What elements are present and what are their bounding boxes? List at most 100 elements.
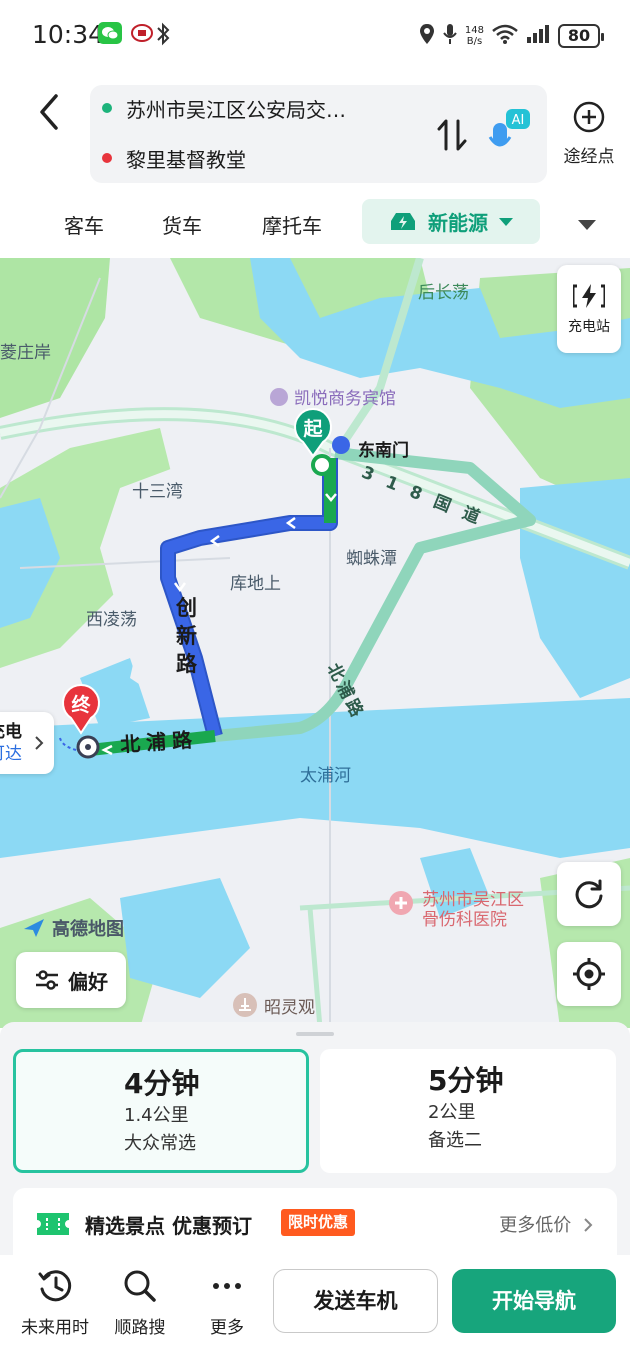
amap-logo: 高德地图 (22, 915, 124, 941)
clock-history-icon (38, 1270, 72, 1302)
poi-zhaolingguan[interactable]: 昭灵观 (232, 992, 315, 1018)
origin-field[interactable]: 苏州市吴江区公安局交… (102, 93, 346, 123)
charging-reach-card[interactable]: 充电 可达 (0, 712, 54, 774)
battery-icon: 80 (558, 24, 604, 48)
start-navigation-button[interactable]: 开始导航 (452, 1269, 616, 1333)
tab-bus[interactable]: 客车 (64, 208, 104, 244)
future-time-label: 未来用时 (21, 1318, 89, 1338)
charging-station-label: 充电站 (568, 319, 610, 335)
route-1-duration: 4分钟 (124, 1067, 200, 1100)
back-arrow-icon (40, 94, 58, 130)
location-icon (419, 23, 435, 49)
map-label-kudishang: 库地上 (230, 574, 281, 594)
charging-reach-line2: 可达 (0, 744, 22, 764)
amap-logo-icon (24, 919, 44, 937)
map-label-dongnanmen: 东南门 (358, 441, 409, 461)
more-dots-icon (213, 1283, 241, 1289)
end-marker-text: 终 (71, 694, 91, 716)
hospital-label-line2: 骨伤科医院 (422, 910, 507, 930)
send-to-car-button[interactable]: 发送车机 (273, 1269, 438, 1333)
charging-station-button[interactable]: 充电站 (557, 265, 621, 353)
map-label-taipuhe: 太浦河 (300, 766, 351, 786)
promo-more-link[interactable]: 更多低价 (499, 1211, 593, 1237)
route-options-sheet: 4分钟 1.4公里 大众常选 5分钟 2公里 备选二 精选景点 优惠预订 限时优… (0, 1022, 630, 1262)
charging-reach-line1: 充电 (0, 722, 22, 742)
map-label-zhizhutan: 蜘蛛潭 (346, 549, 397, 569)
status-time: 10:34 (32, 20, 105, 49)
charging-bolt-icon (573, 284, 605, 308)
map-label-lingzhuangan: 菱庄岸 (0, 343, 51, 363)
destination-text: 黎里基督教堂 (126, 147, 246, 172)
back-button[interactable] (30, 90, 70, 134)
tab-new-energy-label: 新能源 (428, 211, 488, 235)
preference-label: 偏好 (68, 969, 108, 994)
map-view[interactable]: 起 终 后长荡 菱庄岸 凯悦商务宾馆 东南门 318国道 十三湾 蜘蛛潭 库地上… (0, 258, 630, 1028)
search-icon (124, 1270, 156, 1302)
along-search-label: 顺路搜 (114, 1318, 166, 1338)
route-1-tag: 大众常选 (124, 1133, 196, 1154)
map-label-beipu-road: 北浦路 (119, 727, 199, 757)
net-speed: 148 B/s (464, 25, 484, 47)
route-input-box: 苏州市吴江区公安局交… 黎里基督教堂 AI (90, 85, 547, 183)
future-time-button[interactable]: 未来用时 (15, 1269, 95, 1338)
sheet-drag-handle[interactable] (296, 1032, 334, 1036)
tab-motorcycle[interactable]: 摩托车 (262, 208, 322, 244)
add-circle-icon (573, 101, 605, 133)
hospital-icon (389, 891, 413, 915)
destination-dot-icon (102, 153, 112, 163)
waypoint-button[interactable]: 途经点 (556, 100, 622, 170)
swap-button[interactable] (435, 115, 469, 155)
hotel-icon (270, 387, 288, 406)
promo-banner[interactable]: 精选景点 优惠预订 限时优惠 更多低价 (13, 1188, 617, 1262)
map-label-houchangdang: 后长荡 (418, 283, 469, 303)
more-label: 更多 (210, 1318, 244, 1338)
app-icon (130, 22, 154, 48)
route-1-distance: 1.4公里 (124, 1105, 189, 1126)
map-label-xilingdang: 西凌荡 (86, 610, 137, 630)
promo-tag: 限时优惠 (281, 1209, 356, 1236)
swap-arrows-icon (437, 119, 467, 151)
bluetooth-icon (156, 22, 170, 50)
waypoint-label: 途经点 (563, 147, 615, 167)
bus-stop-icon (332, 436, 350, 454)
more-button[interactable]: 更多 (187, 1269, 267, 1338)
ai-voice-button[interactable]: AI (488, 107, 532, 157)
locate-button[interactable] (557, 942, 621, 1006)
ai-mic-icon: AI (488, 109, 530, 147)
tab-truck[interactable]: 货车 (162, 208, 202, 244)
wifi-icon (492, 24, 518, 48)
route-2-duration: 5分钟 (428, 1064, 504, 1097)
temple-icon (233, 993, 257, 1017)
poi-kaiyue-hotel[interactable]: 凯悦商务宾馆 (270, 384, 396, 409)
map-label-chuangxin-road: 创新路 (176, 596, 197, 676)
start-marker: 起 (292, 408, 334, 458)
chevron-down-icon (499, 217, 513, 226)
bottom-action-bar: 未来用时 顺路搜 更多 发送车机 开始导航 (0, 1255, 630, 1360)
preference-button[interactable]: 偏好 (16, 952, 126, 1008)
dropdown-triangle-icon (578, 220, 596, 230)
map-canvas (0, 258, 630, 1028)
ev-car-icon (391, 212, 415, 230)
more-tabs-button[interactable] (575, 212, 599, 236)
route-2-tag: 备选二 (428, 1130, 482, 1151)
chevron-right-icon (35, 736, 44, 750)
svg-text:AI: AI (512, 113, 525, 128)
origin-text: 苏州市吴江区公安局交… (126, 97, 346, 122)
chevron-right-icon (584, 1218, 593, 1232)
promo-title: 精选景点 优惠预订 (85, 1214, 252, 1238)
map-label-shisanwan: 十三湾 (132, 482, 183, 502)
route-2-distance: 2公里 (428, 1102, 476, 1123)
signal-icon (526, 24, 550, 48)
route-option-1[interactable]: 4分钟 1.4公里 大众常选 (13, 1049, 309, 1173)
destination-field[interactable]: 黎里基督教堂 (102, 143, 246, 173)
tab-new-energy[interactable]: 新能源 (362, 199, 540, 244)
refresh-button[interactable] (557, 862, 621, 926)
refresh-icon (575, 879, 603, 909)
poi-hospital[interactable]: 苏州市吴江区 骨伤科医院 (388, 890, 524, 930)
mic-icon (443, 23, 457, 49)
origin-dot-icon (102, 103, 112, 113)
route-option-2[interactable]: 5分钟 2公里 备选二 (320, 1049, 616, 1173)
along-search-button[interactable]: 顺路搜 (100, 1269, 180, 1338)
start-marker-text: 起 (303, 418, 323, 440)
sliders-icon (36, 970, 58, 990)
